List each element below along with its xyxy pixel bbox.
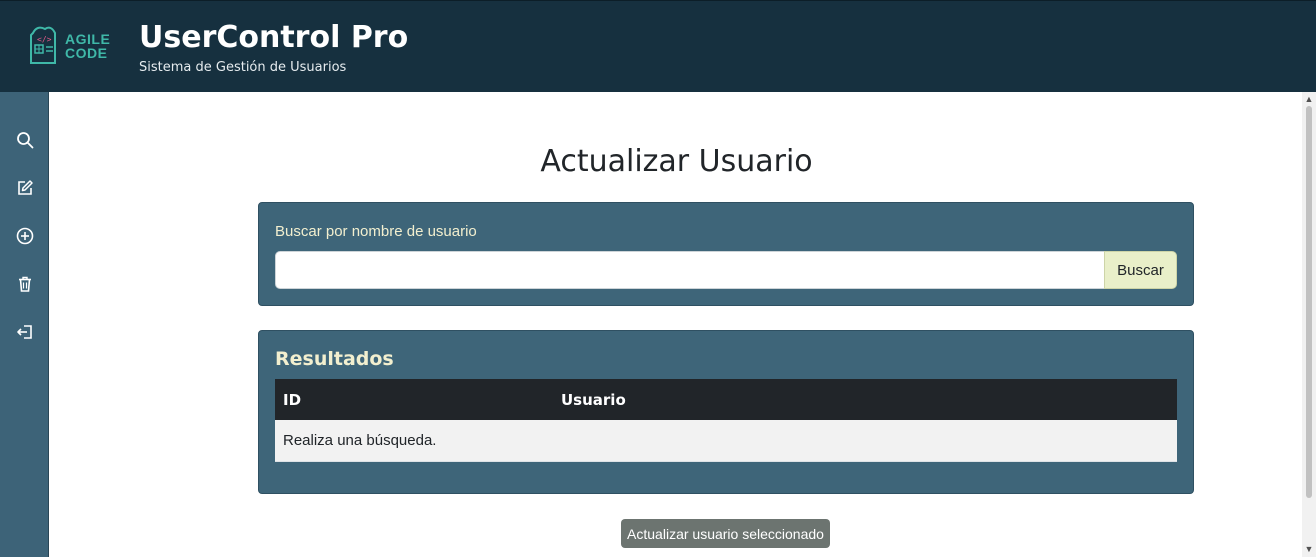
results-title: Resultados [275,348,394,370]
scroll-up-icon[interactable]: ▲ [1304,94,1314,104]
app-subtitle: Sistema de Gestión de Usuarios [139,60,347,75]
table-row: Realiza una búsqueda. [275,420,1177,462]
add-circle-icon [16,227,34,245]
sidebar-item-delete[interactable] [14,273,36,295]
search-button[interactable]: Buscar [1104,251,1177,289]
sidebar-item-logout[interactable] [14,321,36,343]
vertical-scrollbar[interactable]: ▲ ▼ [1302,92,1316,557]
sidebar-item-edit[interactable] [14,177,36,199]
search-label: Buscar por nombre de usuario [275,223,477,240]
svg-text:</>: </> [37,35,52,44]
logout-icon [17,325,32,339]
column-header-id: ID [275,379,553,420]
logo-text-agile: AGILE [65,31,111,47]
app-title: UserControl Pro [139,20,409,55]
app-header: </> AGILE CODE UserControl Pro Sistema d… [0,0,1316,92]
results-table: ID Usuario Realiza una búsqueda. [275,379,1177,462]
scroll-down-icon[interactable]: ▼ [1304,544,1314,554]
sidebar-item-add[interactable] [14,225,36,247]
table-header-row: ID Usuario [275,379,1177,420]
logo-mark-icon: </> [30,26,56,64]
search-input[interactable] [275,251,1105,289]
update-selected-user-button[interactable]: Actualizar usuario seleccionado [621,519,830,548]
column-header-usuario: Usuario [553,379,1177,420]
scroll-thumb[interactable] [1306,106,1312,498]
agile-code-logo[interactable]: </> AGILE CODE [27,23,115,69]
page-title: Actualizar Usuario [540,144,813,179]
logo-text-code: CODE [65,45,108,61]
edit-icon [18,180,33,195]
empty-message: Realiza una búsqueda. [275,420,1177,462]
results-card: Resultados ID Usuario Realiza una búsque… [258,330,1194,494]
trash-icon [19,276,31,292]
search-card: Buscar por nombre de usuario Buscar [258,202,1194,306]
